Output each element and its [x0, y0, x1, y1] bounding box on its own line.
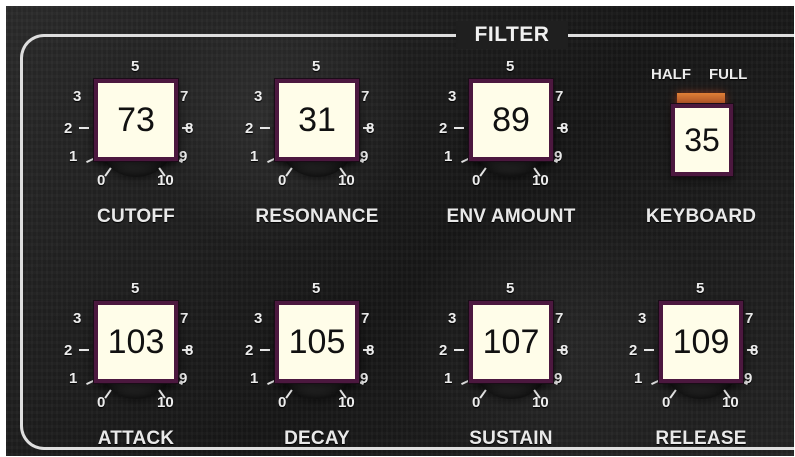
dial-mark	[479, 167, 487, 177]
dial-tick-2: 2	[64, 120, 73, 137]
release-value[interactable]: 109	[659, 301, 743, 383]
section-title: FILTER	[456, 21, 568, 49]
env-amount-value[interactable]: 89	[469, 79, 553, 161]
decay-label: DECAY	[284, 428, 350, 449]
attack-control[interactable]: 5 3 2 1 0 10 7 8 9 103 ATTACK	[61, 280, 211, 453]
dial-mark	[747, 349, 757, 351]
dial-mark	[644, 349, 654, 351]
keyboard-value[interactable]: 35	[671, 104, 733, 176]
dial-tick-3: 3	[448, 88, 457, 105]
dial-tick-2: 2	[629, 342, 638, 359]
dial-tick-2: 2	[439, 120, 448, 137]
dial-mark	[454, 349, 464, 351]
dial-tick-2: 2	[245, 120, 254, 137]
decay-value[interactable]: 105	[275, 301, 359, 383]
dial-tick-5: 5	[131, 58, 140, 75]
dial-tick-3: 3	[73, 88, 82, 105]
attack-value[interactable]: 103	[94, 301, 178, 383]
filter-panel: FILTER 5 3 2 1 0 10 7 8 9 73 CUTOFF 5 3 …	[6, 6, 794, 456]
dial-mark	[669, 389, 677, 399]
dial-mark	[285, 167, 293, 177]
keyboard-control[interactable]: HALF FULL 35 KEYBOARD	[626, 61, 776, 231]
dial-tick-1: 1	[444, 370, 453, 387]
dial-mark	[479, 389, 487, 399]
dial-tick-7: 7	[180, 310, 189, 327]
dial-tick-3: 3	[448, 310, 457, 327]
dial-mark	[79, 127, 89, 129]
dial-mark	[363, 127, 373, 129]
decay-control[interactable]: 5 3 2 1 0 10 7 8 9 105 DECAY	[242, 280, 392, 453]
dial-mark	[285, 389, 293, 399]
dial-mark	[557, 349, 567, 351]
keyboard-label: KEYBOARD	[645, 206, 757, 227]
cutoff-label: CUTOFF	[97, 206, 175, 227]
dial-tick-5: 5	[696, 280, 705, 297]
dial-tick-2: 2	[439, 342, 448, 359]
release-control[interactable]: 5 3 2 1 0 10 7 8 9 109 RELEASE	[626, 280, 776, 453]
dial-tick-3: 3	[254, 88, 263, 105]
dial-tick-7: 7	[361, 310, 370, 327]
dial-tick-7: 7	[745, 310, 754, 327]
sustain-value[interactable]: 107	[469, 301, 553, 383]
dial-tick-3: 3	[638, 310, 647, 327]
keyboard-half-label: HALF	[651, 66, 691, 83]
keyboard-full-label: FULL	[709, 66, 748, 83]
resonance-control[interactable]: 5 3 2 1 0 10 7 8 9 31 RESONANCE	[242, 58, 392, 231]
dial-tick-2: 2	[64, 342, 73, 359]
env-amount-label: ENV AMOUNT	[446, 206, 576, 227]
dial-mark	[182, 349, 192, 351]
dial-tick-7: 7	[361, 88, 370, 105]
dial-tick-5: 5	[312, 58, 321, 75]
dial-tick-1: 1	[250, 148, 259, 165]
sustain-control[interactable]: 5 3 2 1 0 10 7 8 9 107 SUSTAIN	[436, 280, 586, 453]
dial-tick-5: 5	[506, 58, 515, 75]
resonance-value[interactable]: 31	[275, 79, 359, 161]
dial-tick-3: 3	[73, 310, 82, 327]
sustain-label: SUSTAIN	[469, 428, 553, 449]
dial-tick-7: 7	[180, 88, 189, 105]
dial-tick-2: 2	[245, 342, 254, 359]
dial-tick-5: 5	[131, 280, 140, 297]
dial-mark	[363, 349, 373, 351]
dial-tick-1: 1	[69, 370, 78, 387]
dial-mark	[182, 127, 192, 129]
release-label: RELEASE	[655, 428, 747, 449]
dial-tick-7: 7	[555, 88, 564, 105]
dial-mark	[454, 127, 464, 129]
dial-mark	[104, 389, 112, 399]
cutoff-control[interactable]: 5 3 2 1 0 10 7 8 9 73 CUTOFF	[61, 58, 211, 231]
dial-tick-1: 1	[250, 370, 259, 387]
dial-mark	[79, 349, 89, 351]
dial-mark	[104, 167, 112, 177]
dial-tick-1: 1	[69, 148, 78, 165]
dial-mark	[557, 127, 567, 129]
cutoff-value[interactable]: 73	[94, 79, 178, 161]
dial-tick-5: 5	[506, 280, 515, 297]
dial-tick-3: 3	[254, 310, 263, 327]
dial-mark	[260, 349, 270, 351]
dial-mark	[260, 127, 270, 129]
dial-tick-1: 1	[444, 148, 453, 165]
attack-label: ATTACK	[97, 428, 175, 449]
resonance-label: RESONANCE	[255, 206, 379, 227]
dial-tick-1: 1	[634, 370, 643, 387]
env-amount-control[interactable]: 5 3 2 1 0 10 7 8 9 89 ENV AMOUNT	[436, 58, 586, 231]
dial-tick-5: 5	[312, 280, 321, 297]
dial-tick-7: 7	[555, 310, 564, 327]
